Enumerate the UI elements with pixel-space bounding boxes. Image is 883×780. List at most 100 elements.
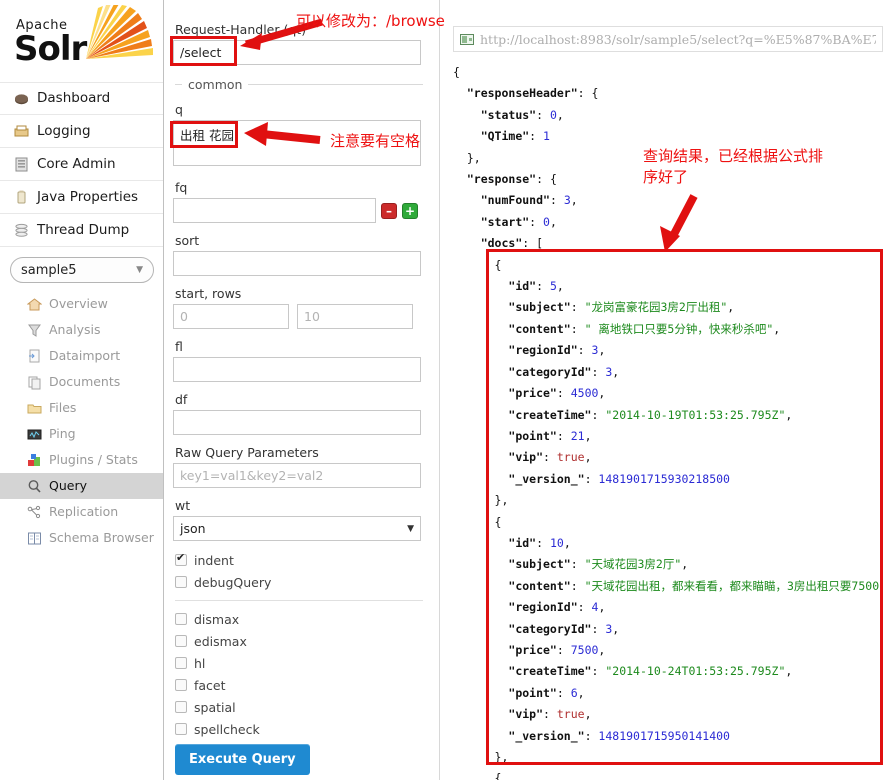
sidebar-item-dashboard[interactable]: Dashboard [0,82,163,115]
fl-input[interactable] [173,357,421,382]
raw-query-params-label: Raw Query Parameters [175,445,319,460]
sidebar-item-thread-dump[interactable]: Thread Dump [0,214,163,247]
fq-add-button[interactable]: + [402,202,418,219]
replication-icon [27,505,42,520]
hl-checkbox-row[interactable]: hl [175,652,429,674]
sidebar-item-dataimport[interactable]: Dataimport [22,343,163,369]
indent-checkbox-row[interactable]: indent [175,549,429,571]
wt-select[interactable]: json ▼ [173,516,421,541]
sidebar-item-query[interactable]: Query [0,473,163,499]
doc-vip: true [556,450,585,465]
start-input[interactable] [173,304,289,329]
facet-checkbox-row[interactable]: facet [175,674,429,696]
sidebar-item-ping[interactable]: Ping [22,421,163,447]
core-admin-icon [14,157,29,172]
facet-checkbox[interactable] [175,679,187,691]
rows-input[interactable] [297,304,413,329]
sidebar-item-label: Dataimport [49,348,121,363]
results-annotation-text: 查询结果，已经根据公式排 序好了 [643,147,824,186]
doc-subject: 龙岗富豪花园3房2厅出租 [591,300,721,315]
common-legend-label: common [188,77,243,92]
solr-admin-screen: Apache Solr Dashboard Logging Core Admin… [0,0,883,780]
start-rows-row [173,304,429,329]
dismax-checkbox-row[interactable]: dismax [175,608,429,630]
result-url-text: http://localhost:8983/solr/sample5/selec… [480,31,876,47]
qtime-value: 1 [543,129,550,144]
q-label: q [175,102,183,117]
request-handler-input[interactable] [173,40,421,65]
edismax-label: edismax [194,633,247,649]
sort-label: sort [175,233,200,248]
logging-icon [14,124,29,139]
chevron-down-icon: ▼ [407,523,414,534]
dismax-label: dismax [194,611,240,627]
sidebar: Apache Solr Dashboard Logging Core Admin… [0,0,164,780]
sidebar-item-overview[interactable]: Overview [22,291,163,317]
raw-query-params-input[interactable] [173,463,421,488]
sidebar-item-label: Files [49,400,77,415]
sidebar-item-replication[interactable]: Replication [22,499,163,525]
sidebar-item-core-admin[interactable]: Core Admin [0,148,163,181]
dismax-checkbox[interactable] [175,613,187,625]
spatial-checkbox-row[interactable]: spatial [175,696,429,718]
doc-categoryid: 3 [605,621,613,636]
hl-label: hl [194,655,206,671]
df-input[interactable] [173,410,421,435]
global-nav: Dashboard Logging Core Admin Java Proper… [0,82,163,247]
sidebar-item-documents[interactable]: Documents [22,369,163,395]
spellcheck-checkbox[interactable] [175,723,187,735]
thread-dump-icon [14,223,29,238]
sidebar-item-analysis[interactable]: Analysis [22,317,163,343]
status-value: 0 [549,107,557,122]
doc-content: 天域花园出租，都来看看，都来瞄瞄，3房出租只要7500. [591,578,883,593]
solr-logo[interactable]: Apache Solr [0,0,163,78]
plugins-icon [27,453,42,468]
debugquery-label: debugQuery [194,574,272,590]
external-link-icon [460,33,474,45]
sidebar-item-java-properties[interactable]: Java Properties [0,181,163,214]
sidebar-item-label: Overview [49,296,108,311]
sidebar-item-label: Plugins / Stats [49,452,138,467]
doc-subject: 天域花园3房2厅 [591,557,675,572]
sidebar-item-schema-browser[interactable]: Schema Browser [22,525,163,551]
debugquery-checkbox-row[interactable]: debugQuery [175,571,429,593]
numfound-value: 3 [563,193,571,208]
edismax-checkbox-row[interactable]: edismax [175,630,429,652]
hl-checkbox[interactable] [175,657,187,669]
sort-input[interactable] [173,251,421,276]
sidebar-item-logging[interactable]: Logging [0,115,163,148]
core-selector[interactable]: sample5 ▼ [10,257,154,283]
sidebar-item-label: Documents [49,374,121,389]
debugquery-checkbox[interactable] [175,576,187,588]
core-selector-wrap: sample5 ▼ [0,247,163,291]
result-url-bar[interactable]: http://localhost:8983/solr/sample5/selec… [453,26,883,52]
sidebar-item-label: Java Properties [37,188,139,205]
doc-id: 5 [549,279,557,294]
home-icon [27,297,42,312]
sidebar-item-plugins-stats[interactable]: Plugins / Stats [22,447,163,473]
sidebar-item-files[interactable]: Files [22,395,163,421]
spellcheck-checkbox-row[interactable]: spellcheck [175,718,429,740]
sidebar-item-label: Logging [37,122,91,139]
query-form-panel: Request-Handler (qt) common q 出租 花园 fq –… [165,0,440,780]
df-label: df [175,392,188,407]
funnel-icon [27,323,42,338]
start-rows-label: start, rows [175,286,242,301]
doc-point: 6 [570,685,578,700]
wt-label: wt [175,498,191,513]
qt-annotation-text: 可以修改为：/browse [296,12,445,30]
execute-query-button[interactable]: Execute Query [175,744,310,775]
indent-label: indent [194,552,234,568]
sidebar-item-label: Replication [49,504,119,519]
edismax-checkbox[interactable] [175,635,187,647]
spatial-checkbox[interactable] [175,701,187,713]
chevron-down-icon: ▼ [136,265,143,275]
checkbox-divider [175,600,423,601]
indent-checkbox[interactable] [175,552,187,566]
sidebar-item-label: Core Admin [37,155,116,172]
primary-checkbox-group: indent debugQuery [173,549,429,593]
fq-remove-button[interactable]: – [381,202,397,219]
fq-input[interactable] [173,198,376,223]
solr-sunburst-icon [86,5,153,59]
doc-vip: true [556,707,585,722]
